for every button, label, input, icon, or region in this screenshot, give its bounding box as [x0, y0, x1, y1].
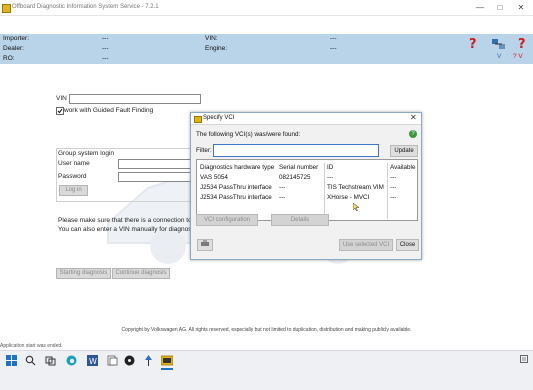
info-text-line2: You can also enter a VIN manually for di… [58, 226, 198, 233]
dealer-label: Dealer: [3, 45, 24, 52]
filter-label: Filter: [196, 147, 212, 154]
table-cell: J2534 PassThru interface [200, 184, 272, 191]
network-sub-label: V [497, 53, 502, 60]
window-title: Offboard Diagnostic Information System S… [12, 4, 159, 10]
dialog-title-bar: Specify VCI ✕ [191, 113, 421, 125]
help-vin-sub-label: ? V [513, 53, 523, 60]
dialog-close-icon[interactable]: ✕ [410, 113, 417, 122]
dialog-title: Specify VCI [203, 115, 235, 121]
engine-value: --- [330, 45, 337, 52]
app-icon [2, 4, 11, 13]
guided-fault-label: work with Guided Fault Finding [64, 107, 154, 114]
vin-input[interactable] [69, 94, 201, 104]
group-login-label: Group system login [58, 150, 114, 157]
search-icon[interactable] [25, 355, 36, 366]
username-input[interactable] [118, 159, 192, 169]
dialog-app-icon [194, 116, 202, 123]
info-text-line1: Please make sure that there is a connect… [58, 217, 199, 224]
found-text: The following VCI(s) was/were found: [196, 131, 301, 138]
edge-icon[interactable] [66, 355, 77, 366]
vci-tool-button[interactable] [197, 239, 213, 251]
guided-fault-checkbox[interactable] [56, 107, 64, 115]
close-window-icon[interactable]: ✕ [513, 1, 529, 14]
odis-icon[interactable] [160, 355, 174, 366]
table-cell: --- [390, 174, 397, 181]
update-button[interactable]: Update [390, 145, 418, 157]
table-cell: XHorse - MVCI [327, 194, 370, 201]
vci-configuration-button[interactable]: VCI configuration [196, 214, 258, 226]
close-button[interactable]: Close [396, 239, 419, 251]
login-button[interactable]: Log in [59, 185, 88, 196]
filter-input[interactable] [213, 144, 379, 157]
table-cell: --- [390, 184, 397, 191]
table-row[interactable]: VAS 5054 082145725 --- --- [197, 173, 417, 182]
ro-value: --- [102, 55, 109, 62]
vci-list: Diagnostics hardware type Serial number … [196, 159, 418, 221]
help-icon[interactable]: ? [466, 36, 481, 52]
specify-vci-dialog: Specify VCI ✕ The following VCI(s) was/w… [190, 112, 422, 260]
column-header-serial: Serial number [279, 164, 319, 171]
dealer-value: --- [102, 45, 109, 52]
minimize-icon[interactable]: — [472, 1, 488, 14]
help-vin-icon[interactable]: ? [515, 36, 530, 52]
table-cell: VAS 5054 [200, 174, 228, 181]
column-header-available: Available [390, 164, 416, 171]
engine-label: Engine: [205, 45, 228, 52]
importer-value: --- [102, 35, 109, 42]
copyright-text: Copyright by Volkswagen AG. All rights r… [121, 327, 412, 333]
status-text: Application start was ended. [0, 343, 63, 349]
column-header-type: Diagnostics hardware type [200, 164, 275, 171]
start-diagnosis-button[interactable]: Starting diagnosis [56, 268, 111, 279]
table-cell: J2534 PassThru interface [200, 194, 272, 201]
vin-header-value: --- [330, 35, 337, 42]
media-icon[interactable] [124, 355, 135, 366]
table-cell: --- [279, 184, 286, 191]
active-app-indicator [161, 368, 173, 370]
table-cell: TIS Techstream VIM [327, 184, 384, 191]
vehicle-info-header: Importer: --- Dealer: --- RO: --- VIN: -… [0, 34, 533, 64]
task-view-icon[interactable] [45, 355, 56, 366]
importer-label: Importer: [3, 35, 30, 42]
mouse-cursor-icon [352, 202, 360, 212]
maximize-icon[interactable]: □ [492, 1, 508, 14]
password-input[interactable] [118, 172, 192, 182]
taskbar: W [0, 350, 533, 390]
pin-icon[interactable] [143, 355, 154, 366]
vin-label: VIN [56, 95, 67, 102]
network-icon[interactable] [491, 37, 506, 52]
start-icon[interactable] [6, 355, 17, 366]
dialog-help-icon[interactable]: ? [409, 130, 417, 138]
table-cell: --- [279, 194, 286, 201]
ro-label: RO: [3, 55, 15, 62]
continue-diagnosis-button[interactable]: Continue diagnosis [112, 268, 170, 279]
column-header-id: ID [327, 164, 334, 171]
use-selected-vci-button[interactable]: Use selected VCI [339, 239, 393, 251]
svg-text:W: W [89, 357, 97, 366]
table-cell: --- [390, 194, 397, 201]
table-row[interactable]: J2534 PassThru interface --- TIS Techstr… [197, 183, 417, 192]
table-cell: --- [327, 174, 334, 181]
password-label: Password [58, 173, 87, 180]
notification-icon[interactable] [520, 355, 528, 363]
svg-text:?: ? [469, 37, 477, 51]
username-label: User name [58, 160, 90, 167]
table-row[interactable]: J2534 PassThru interface --- XHorse - MV… [197, 193, 417, 202]
table-cell: 082145725 [279, 174, 311, 181]
vin-header-label: VIN: [205, 35, 218, 42]
word-icon[interactable]: W [87, 355, 98, 366]
details-button[interactable]: Details [271, 214, 329, 226]
svg-text:?: ? [518, 37, 526, 51]
tool-icon [201, 240, 209, 246]
files-icon[interactable] [107, 355, 118, 366]
window-title-bar: Offboard Diagnostic Information System S… [0, 0, 533, 16]
